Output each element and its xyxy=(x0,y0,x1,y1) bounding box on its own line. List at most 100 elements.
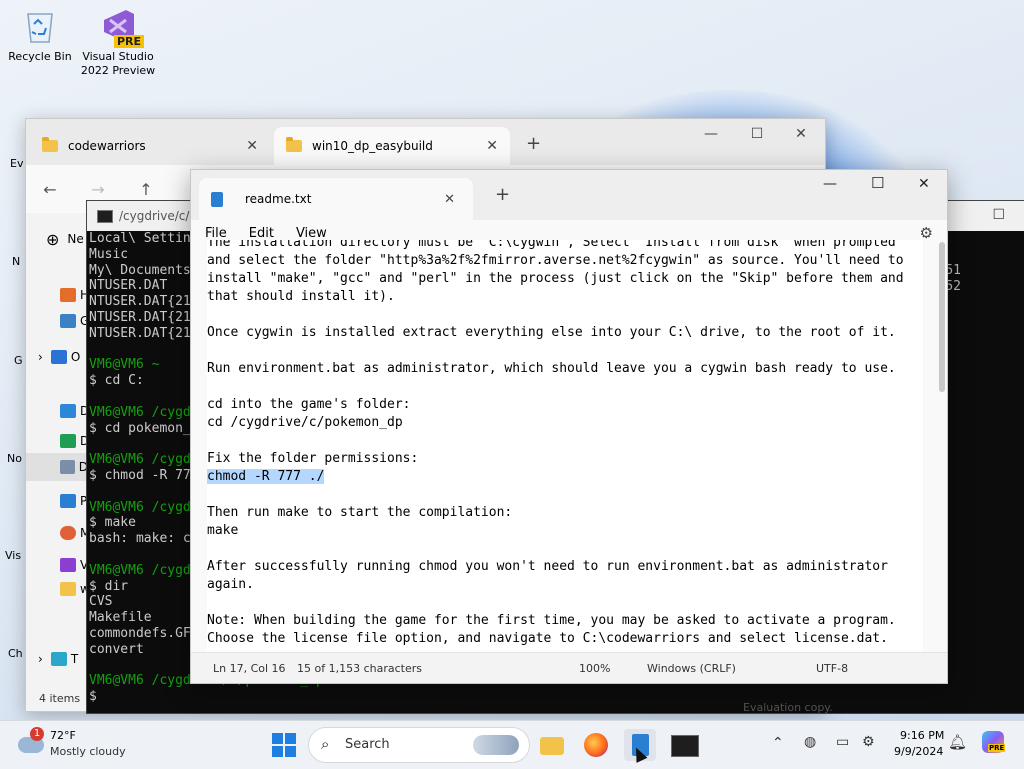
sidebar-item-pictures[interactable]: P xyxy=(26,487,87,515)
new-button[interactable]: ⊕ Ne xyxy=(26,225,84,253)
tab-readme-txt[interactable]: readme.txt ✕ xyxy=(199,178,473,220)
maximize-button[interactable]: ☐ xyxy=(734,119,780,149)
tab-label: readme.txt xyxy=(245,192,312,206)
tab-codewarriors[interactable]: codewarriors ✕ xyxy=(30,127,270,165)
windows-logo-icon xyxy=(272,733,296,757)
pre-badge: PRE xyxy=(988,744,1006,752)
weather-widget[interactable]: 1 72°F Mostly cloudy xyxy=(16,727,136,763)
taskbar-search[interactable]: ⌕ Search xyxy=(308,727,530,763)
taskbar: 1 72°F Mostly cloudy ⌕ Search ⌃ ◍ ▭ ⚙ 9:… xyxy=(0,720,1024,769)
notepad-line: Fix the folder permissions: xyxy=(207,451,419,466)
taskbar-file-explorer[interactable] xyxy=(536,729,568,761)
notepad-line xyxy=(207,342,923,360)
close-button[interactable]: ✕ xyxy=(778,119,824,149)
explorer-tab-strip: codewarriors ✕ win10_dp_easybuild ✕ + — … xyxy=(26,119,825,165)
sidebar-item-home[interactable]: H xyxy=(26,281,89,309)
back-icon[interactable]: ← xyxy=(26,180,74,199)
tab-close-icon[interactable]: ✕ xyxy=(486,138,498,154)
notepad-line: cd into the game's folder: xyxy=(207,397,411,412)
notepad-tab-strip: readme.txt ✕ + — ☐ ✕ xyxy=(191,170,947,220)
sidebar-item-label: T xyxy=(70,652,79,666)
home-icon xyxy=(60,288,76,302)
status-zoom: 100% xyxy=(579,662,611,675)
search-placeholder: Search xyxy=(345,737,390,752)
sidebar-item-this-pc[interactable]: › T xyxy=(26,645,78,673)
close-button[interactable]: ✕ xyxy=(918,176,930,192)
taskbar-terminal[interactable] xyxy=(668,729,700,761)
sidebar-item-label: O xyxy=(70,350,81,364)
sidebar-item-downloads[interactable]: D xyxy=(26,427,89,455)
pc-icon xyxy=(50,652,67,666)
start-button[interactable] xyxy=(268,729,300,761)
notepad-line: Run environment.bat as administrator, wh… xyxy=(207,361,896,376)
terminal-icon xyxy=(671,735,699,757)
network-icon[interactable]: ◍ xyxy=(804,734,816,750)
minimize-button[interactable]: — xyxy=(688,119,734,149)
sidebar-item-desktop[interactable]: D xyxy=(26,397,89,425)
notepad-icon xyxy=(211,191,223,207)
new-label: Ne xyxy=(67,232,84,246)
vertical-scrollbar[interactable] xyxy=(939,242,945,392)
notepad-window[interactable]: readme.txt ✕ + — ☐ ✕ File Edit View ⚙ Th… xyxy=(190,169,948,684)
folder-icon xyxy=(60,582,76,596)
notepad-line: After successfully running chmod you won… xyxy=(207,559,888,574)
settings-icon[interactable]: ⚙ xyxy=(862,734,875,750)
clock-date[interactable]: 9/9/2024 xyxy=(894,745,943,758)
status-encoding: UTF-8 xyxy=(816,662,849,675)
menu-edit[interactable]: Edit xyxy=(249,226,274,241)
clock-time[interactable]: 9:16 PM xyxy=(900,729,944,742)
selected-text: chmod -R 777 ./ xyxy=(207,469,325,484)
download-icon xyxy=(60,434,76,448)
display-icon[interactable]: ▭ xyxy=(836,734,849,750)
weather-temp: 72°F xyxy=(50,729,76,742)
terminal-icon xyxy=(97,210,113,223)
document-icon xyxy=(60,460,75,474)
weather-alert-badge: 1 xyxy=(30,727,44,741)
recycle-bin-icon xyxy=(20,6,60,46)
tab-close-icon[interactable]: ✕ xyxy=(444,192,455,207)
desktop-icon xyxy=(60,404,76,418)
sidebar-item-onedrive[interactable]: › O xyxy=(26,343,80,371)
notepad-line xyxy=(207,432,923,450)
notepad-line xyxy=(207,540,923,558)
desktop-icon-visual-studio[interactable]: PRE Visual Studio 2022 Preview xyxy=(78,6,158,78)
forward-icon[interactable]: → xyxy=(74,180,122,199)
search-highlight-image xyxy=(473,735,519,755)
notification-bell-icon[interactable]: 🔔︎ xyxy=(948,733,967,751)
minimize-button[interactable]: — xyxy=(823,176,837,192)
terminal-maximize-button[interactable]: ☐ xyxy=(992,207,1005,223)
music-icon xyxy=(60,526,76,540)
notepad-line: install "make", "gcc" and "perl" in the … xyxy=(207,271,904,286)
plus-icon: ⊕ xyxy=(46,229,60,249)
menu-view[interactable]: View xyxy=(296,226,327,241)
left-edge-label: Ev xyxy=(10,157,24,170)
notepad-line: Then run make to start the compilation: xyxy=(207,505,513,520)
copilot-icon[interactable]: PRE xyxy=(982,731,1006,753)
sidebar-item-gallery[interactable]: G xyxy=(26,307,89,335)
video-icon xyxy=(60,558,76,572)
notepad-text-area[interactable]: The installation directory must be "C:\c… xyxy=(207,240,923,651)
status-line-ending: Windows (CRLF) xyxy=(647,662,736,675)
desktop-icon-recycle-bin[interactable]: Recycle Bin xyxy=(0,6,80,64)
new-tab-button[interactable]: + xyxy=(526,133,541,154)
notepad-line: chmod -R 777 ./ xyxy=(207,468,923,486)
maximize-button[interactable]: ☐ xyxy=(871,174,884,192)
menu-file[interactable]: File xyxy=(205,226,227,241)
tab-win10-dp-easybuild[interactable]: win10_dp_easybuild ✕ xyxy=(274,127,510,165)
new-tab-button[interactable]: + xyxy=(495,184,510,205)
sidebar-item-documents[interactable]: D xyxy=(26,453,88,481)
folder-icon xyxy=(540,737,564,755)
terminal-title: /cygdrive/c/p xyxy=(119,209,198,223)
sidebar-item-music[interactable]: M xyxy=(26,519,90,547)
tab-close-icon[interactable]: ✕ xyxy=(246,138,258,154)
notepad-line: Once cygwin is installed extract everyth… xyxy=(207,325,896,340)
chevron-right-icon: › xyxy=(38,350,43,364)
taskbar-firefox[interactable] xyxy=(580,729,612,761)
left-edge-label: Vis xyxy=(5,549,22,562)
chevron-up-icon[interactable]: ⌃ xyxy=(772,735,784,751)
left-edge-label: Ch xyxy=(8,647,23,660)
visual-studio-icon: PRE xyxy=(98,6,144,48)
up-icon[interactable]: ↑ xyxy=(122,180,170,199)
explorer-sidebar: ⊕ Ne H G ›O D D D P M V w ›T xyxy=(26,213,90,711)
sidebar-item-win10[interactable]: w xyxy=(26,575,90,603)
